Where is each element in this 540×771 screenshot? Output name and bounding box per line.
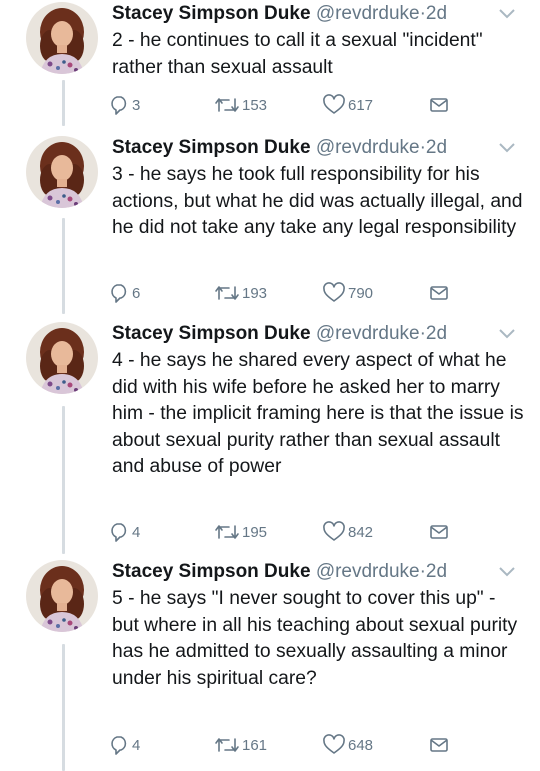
like-button[interactable]: 790 xyxy=(322,280,373,306)
tweet-text: 2 - he continues to call it a sexual "in… xyxy=(112,30,483,78)
heart-icon xyxy=(323,94,345,114)
reply-count: 3 xyxy=(132,96,141,114)
like-count: 617 xyxy=(348,96,374,114)
envelope-icon xyxy=(430,525,448,539)
author-name[interactable]: Stacey Simpson Duke xyxy=(112,3,311,24)
tweet-header: Stacey Simpson Duke @revdrduke·2d xyxy=(112,560,447,584)
tweet-actions: 6 193 790 xyxy=(108,280,528,306)
envelope-icon xyxy=(430,98,448,112)
author-handle[interactable]: @revdrduke xyxy=(316,323,420,344)
tweet-header: Stacey Simpson Duke @revdrduke·2d xyxy=(112,136,447,160)
avatar[interactable] xyxy=(26,322,98,394)
retweet-icon xyxy=(215,98,239,112)
tweet[interactable]: Stacey Simpson Duke @revdrduke·2d 5 - he… xyxy=(0,560,540,765)
tweet-header: Stacey Simpson Duke @revdrduke·2d xyxy=(112,2,447,26)
like-count: 648 xyxy=(348,736,374,754)
retweet-count: 153 xyxy=(242,96,268,114)
envelope-icon xyxy=(430,286,448,300)
avatar[interactable] xyxy=(26,136,98,208)
retweet-button[interactable]: 161 xyxy=(214,732,267,758)
heart-icon xyxy=(323,282,345,302)
reply-count: 4 xyxy=(132,523,141,541)
reply-button[interactable]: 4 xyxy=(108,519,140,545)
retweet-icon xyxy=(215,525,239,539)
reply-icon xyxy=(111,736,127,755)
tweet-text: 5 - he says "I never sought to cover thi… xyxy=(112,588,518,689)
tweet-text: 4 - he says he shared every aspect of wh… xyxy=(112,350,524,477)
like-button[interactable]: 842 xyxy=(322,519,373,545)
dm-button[interactable] xyxy=(428,92,450,118)
reply-button[interactable]: 6 xyxy=(108,280,140,306)
dm-button[interactable] xyxy=(428,280,450,306)
retweet-icon xyxy=(215,286,239,300)
dm-button[interactable] xyxy=(428,519,450,545)
author-handle[interactable]: @revdrduke xyxy=(316,561,420,582)
retweet-icon xyxy=(215,738,239,752)
tweet[interactable]: Stacey Simpson Duke @revdrduke·2d 2 - he… xyxy=(0,2,540,122)
retweet-count: 161 xyxy=(242,736,268,754)
retweet-count: 195 xyxy=(242,523,268,541)
timestamp[interactable]: 2d xyxy=(426,561,447,582)
chevron-down-icon[interactable] xyxy=(498,142,516,154)
tweet-text: 3 - he says he took full responsibility … xyxy=(112,164,523,238)
reply-button[interactable]: 4 xyxy=(108,732,140,758)
like-button[interactable]: 617 xyxy=(322,92,373,118)
reply-button[interactable]: 3 xyxy=(108,92,140,118)
avatar[interactable] xyxy=(26,2,98,74)
avatar[interactable] xyxy=(26,560,98,632)
reply-count: 6 xyxy=(132,284,141,302)
author-name[interactable]: Stacey Simpson Duke xyxy=(112,137,311,158)
retweet-count: 193 xyxy=(242,284,268,302)
like-count: 842 xyxy=(348,523,374,541)
tweet[interactable]: Stacey Simpson Duke @revdrduke·2d 3 - he… xyxy=(0,136,540,311)
like-button[interactable]: 648 xyxy=(322,732,373,758)
like-count: 790 xyxy=(348,284,374,302)
retweet-button[interactable]: 195 xyxy=(214,519,267,545)
tweet[interactable]: Stacey Simpson Duke @revdrduke·2d 4 - he… xyxy=(0,322,540,550)
chevron-down-icon[interactable] xyxy=(498,566,516,578)
timestamp[interactable]: 2d xyxy=(426,137,447,158)
reply-icon xyxy=(111,523,127,542)
timestamp[interactable]: 2d xyxy=(426,3,447,24)
reply-icon xyxy=(111,96,127,115)
author-name[interactable]: Stacey Simpson Duke xyxy=(112,323,311,344)
envelope-icon xyxy=(430,738,448,752)
timestamp[interactable]: 2d xyxy=(426,323,447,344)
reply-count: 4 xyxy=(132,736,141,754)
reply-icon xyxy=(111,284,127,303)
chevron-down-icon[interactable] xyxy=(498,8,516,20)
tweet-header: Stacey Simpson Duke @revdrduke·2d xyxy=(112,322,447,346)
retweet-button[interactable]: 193 xyxy=(214,280,267,306)
dm-button[interactable] xyxy=(428,732,450,758)
retweet-button[interactable]: 153 xyxy=(214,92,267,118)
tweet-actions: 4 161 648 xyxy=(108,732,528,758)
chevron-down-icon[interactable] xyxy=(498,328,516,340)
tweet-actions: 3 153 617 xyxy=(108,92,528,118)
tweet-actions: 4 195 842 xyxy=(108,519,528,545)
author-handle[interactable]: @revdrduke xyxy=(316,137,420,158)
heart-icon xyxy=(323,521,345,541)
author-name[interactable]: Stacey Simpson Duke xyxy=(112,561,311,582)
heart-icon xyxy=(323,734,345,754)
author-handle[interactable]: @revdrduke xyxy=(316,3,420,24)
